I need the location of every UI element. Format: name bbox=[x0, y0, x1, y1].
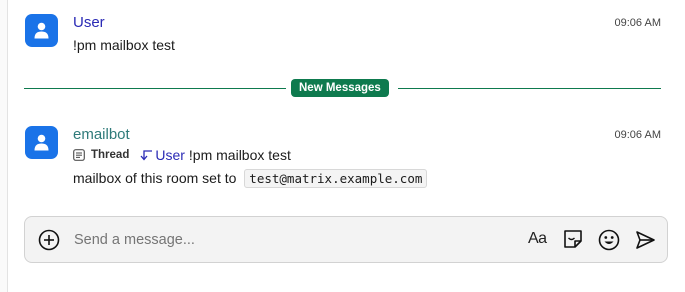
sticker-icon[interactable] bbox=[563, 229, 583, 249]
reply-to-user[interactable]: User bbox=[155, 147, 185, 163]
divider-line bbox=[24, 88, 286, 89]
user-icon bbox=[34, 134, 49, 151]
message-text: mailbox of this room set to bbox=[73, 170, 237, 186]
reply-arrow-icon bbox=[140, 150, 153, 161]
add-circle-icon[interactable] bbox=[38, 229, 60, 251]
divider-line bbox=[398, 88, 661, 89]
sender-name[interactable]: emailbot bbox=[73, 126, 130, 143]
send-icon[interactable] bbox=[634, 229, 656, 251]
message-body: !pm mailbox test bbox=[73, 37, 175, 53]
timestamp: 09:06 AM bbox=[614, 17, 661, 29]
left-panel-edge bbox=[0, 0, 8, 292]
timestamp: 09:06 AM bbox=[614, 129, 661, 141]
message-input[interactable] bbox=[74, 232, 504, 248]
thread-icon bbox=[73, 149, 85, 161]
thread-reply-row[interactable]: Thread User !pm mailbox test bbox=[73, 147, 291, 163]
avatar[interactable] bbox=[25, 126, 58, 159]
inline-code: test@matrix.example.com bbox=[244, 169, 428, 188]
message-composer: Aa bbox=[24, 216, 668, 263]
text-format-icon[interactable]: Aa bbox=[528, 230, 547, 248]
reply-to-text[interactable]: !pm mailbox test bbox=[189, 147, 291, 163]
message-body: mailbox of this room set to test@matrix.… bbox=[73, 169, 428, 188]
emoji-icon[interactable] bbox=[598, 229, 620, 251]
sender-name[interactable]: User bbox=[73, 14, 105, 31]
user-icon bbox=[34, 22, 49, 39]
avatar[interactable] bbox=[25, 14, 58, 47]
new-messages-badge: New Messages bbox=[291, 79, 389, 97]
thread-label[interactable]: Thread bbox=[91, 149, 129, 161]
